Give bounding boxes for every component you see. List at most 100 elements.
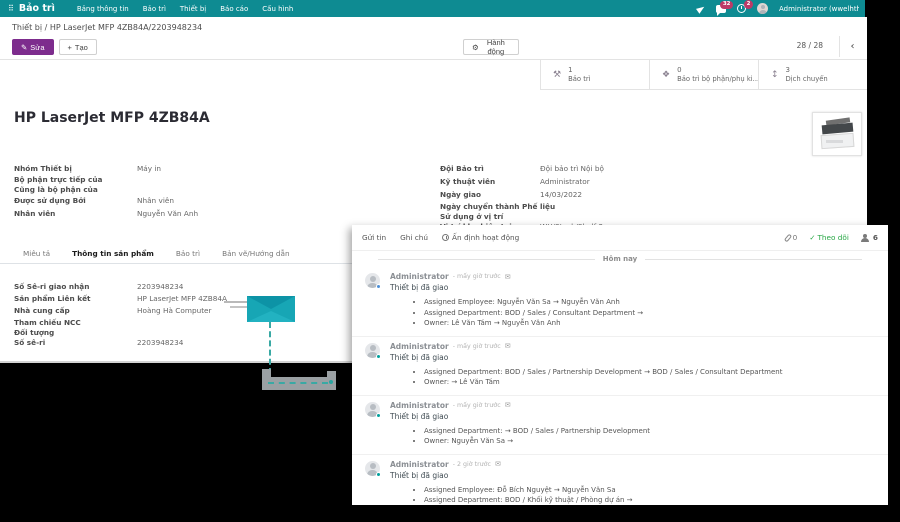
tab-maintenance[interactable]: Bảo trì — [165, 245, 211, 263]
log-note-button[interactable]: Ghi chú — [400, 233, 428, 242]
field-label-delivery-serial: Số Sê-ri giao nhận — [14, 282, 137, 293]
screen: ⠿ Bảo trì Bảng thông tin Bảo trì Thiết b… — [0, 0, 900, 522]
dotted-trail-end-dot — [329, 380, 333, 384]
breadcrumb-parent[interactable]: Thiết bị — [12, 23, 42, 32]
followers-button[interactable]: 6 — [861, 233, 878, 242]
follow-button[interactable]: ✓ Theo dõi — [809, 233, 849, 242]
user-name[interactable]: Administrator (wwelhthec — [779, 5, 859, 13]
schedule-activity-label: Ấn định hoạt động — [452, 233, 519, 242]
message-time: - 2 giờ trước — [453, 461, 491, 468]
message-time: - mấy giờ trước — [453, 402, 501, 409]
field-label-vendor: Nhà cung cấp — [14, 306, 137, 317]
nav-item-settings[interactable]: Cấu hình — [262, 5, 293, 13]
message-author[interactable]: Administrator — [390, 342, 449, 351]
field-label-linked-product: Sản phẩm Liên kết — [14, 294, 137, 305]
message: Administrator - 2 giờ trước ✉ Thiết bị đ… — [352, 454, 888, 506]
dotted-trail-vertical — [269, 322, 271, 374]
field-value-technician[interactable]: Administrator — [540, 177, 590, 188]
field-label-employee: Nhân viên — [14, 209, 137, 220]
nav-item-equipment[interactable]: Thiết bị — [180, 5, 206, 13]
equipment-image[interactable] — [812, 112, 862, 156]
field-value-used-by[interactable]: Nhân viên — [137, 196, 174, 207]
presence-dot — [376, 284, 381, 289]
field-value-maintenance-team[interactable]: Đội bảo trì Nội bộ — [540, 164, 604, 175]
nav-item-maintenance[interactable]: Bảo trì — [143, 5, 166, 13]
control-panel: Thiết bị / HP LaserJet MFP 4ZB84A/220394… — [0, 17, 867, 60]
create-button-label: Tạo — [75, 43, 88, 52]
plus-icon: + — [68, 43, 72, 52]
field-value-employee[interactable]: Nguyễn Văn Anh — [137, 209, 198, 220]
tracking-change: Assigned Department: → BOD / Sales / Par… — [424, 426, 878, 437]
nav-item-dashboard[interactable]: Bảng thông tin — [77, 5, 129, 13]
message: Administrator - mấy giờ trước ✉ Thiết bị… — [352, 395, 888, 454]
tab-product-information[interactable]: Thông tin sản phẩm — [61, 245, 165, 263]
message-time: - mấy giờ trước — [453, 343, 501, 350]
field-label-used-by: Được sử dụng Bởi — [14, 196, 137, 207]
dotted-trail-horizontal — [268, 382, 328, 384]
clock-icon — [442, 234, 449, 241]
message-time: - mấy giờ trước — [453, 273, 501, 280]
person-icon — [861, 234, 870, 242]
messages-icon[interactable]: 32 — [716, 5, 726, 13]
stat-parts-value: 0 — [677, 66, 759, 75]
chatter-panel: Gửi tin Ghi chú Ấn định hoạt động 0 ✓ Th… — [352, 225, 888, 505]
send-message-button[interactable]: Gửi tin — [362, 233, 386, 242]
user-avatar[interactable] — [757, 3, 768, 14]
chatter-toolbar: Gửi tin Ghi chú Ấn định hoạt động 0 ✓ Th… — [352, 225, 888, 251]
message-subject: Thiết bị đã giao — [390, 412, 878, 421]
tab-drawings-instructions[interactable]: Bản vẽ/Hướng dẫn — [211, 245, 301, 263]
envelope-icon — [247, 296, 295, 322]
pager-previous-button[interactable]: ‹ — [839, 36, 865, 57]
envelope-icon[interactable]: ✉ — [505, 401, 511, 409]
action-button-label: Hành động — [482, 38, 510, 56]
action-button[interactable]: ⚙ Hành động — [463, 39, 519, 55]
presence-dot — [376, 413, 381, 418]
tracking-change: Owner: → Lê Văn Tám — [424, 377, 878, 388]
field-row: Cũng là bộ phận của — [14, 185, 137, 196]
stat-button-moves[interactable]: ↕ 3 Dịch chuyển — [758, 60, 867, 89]
nav-item-reports[interactable]: Báo cáo — [220, 5, 248, 13]
field-value-vendor[interactable]: Hoàng Hà Computer — [137, 306, 212, 317]
tracking-change: Owner: Nguyễn Văn Sa → — [424, 436, 878, 447]
activities-clock-icon[interactable]: 2 — [737, 4, 746, 13]
edit-button-label: Sửa — [30, 43, 44, 52]
field-row: Ngày giao 14/03/2022 — [440, 190, 582, 201]
tab-description[interactable]: Miêu tả — [12, 245, 61, 263]
field-row: Nhà cung cấp Hoàng Hà Computer — [14, 306, 212, 317]
message-author[interactable]: Administrator — [390, 272, 449, 281]
create-button[interactable]: + Tạo — [59, 39, 97, 55]
attachments-button[interactable]: 0 — [786, 233, 798, 242]
field-row: Số sê-ri 2203948234 — [14, 338, 183, 349]
top-navbar: ⠿ Bảo trì Bảng thông tin Bảo trì Thiết b… — [0, 0, 865, 17]
field-row: Đội Bảo trì Đội bảo trì Nội bộ — [440, 164, 604, 175]
paper-plane-icon[interactable] — [697, 6, 705, 12]
message-author[interactable]: Administrator — [390, 460, 449, 469]
envelope-speed-line — [230, 306, 247, 308]
follow-label: Theo dõi — [817, 233, 848, 242]
app-name[interactable]: Bảo trì — [19, 3, 55, 14]
envelope-icon[interactable]: ✉ — [505, 273, 511, 281]
pencil-icon: ✎ — [21, 43, 27, 52]
envelope-icon[interactable]: ✉ — [505, 342, 511, 350]
edit-button[interactable]: ✎ Sửa — [12, 39, 54, 55]
schedule-activity-button[interactable]: Ấn định hoạt động — [442, 233, 519, 242]
field-value-linked-product[interactable]: HP LaserJet MFP 4ZB84A — [137, 294, 227, 305]
apps-grid-icon[interactable]: ⠿ — [8, 4, 13, 13]
date-divider-label: Hôm nay — [595, 255, 645, 263]
field-label-also-part-of: Cũng là bộ phận của — [14, 185, 137, 196]
field-value-category[interactable]: Máy in — [137, 164, 161, 175]
stat-button-maintenance[interactable]: ⚒ 1 Bảo trì — [540, 60, 649, 89]
page-title: HP LaserJet MFP 4ZB84A — [14, 110, 210, 126]
envelope-icon[interactable]: ✉ — [495, 460, 501, 468]
date-divider: Hôm nay — [352, 251, 888, 267]
presence-dot — [376, 472, 381, 477]
message-subject: Thiết bị đã giao — [390, 283, 878, 292]
field-label-maintenance-team: Đội Bảo trì — [440, 164, 540, 175]
message-author[interactable]: Administrator — [390, 401, 449, 410]
stat-parts-label: Bảo trì bộ phận/phụ ki... — [677, 75, 759, 84]
stat-button-parts[interactable]: ❖ 0 Bảo trì bộ phận/phụ ki... — [649, 60, 758, 89]
stat-maintenance-label: Bảo trì — [568, 75, 591, 84]
nav-menu: Bảng thông tin Bảo trì Thiết bị Báo cáo … — [77, 5, 294, 13]
field-row: Nhóm Thiết bị Máy in — [14, 164, 161, 175]
field-label-serial-number: Số sê-ri — [14, 338, 137, 349]
